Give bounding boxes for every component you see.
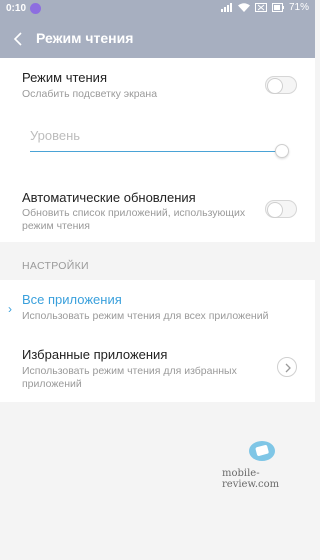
auto-updates-subtitle-line1: Обновить список приложений, использующих (22, 207, 246, 219)
watermark-text: mobile-review.com (222, 468, 280, 490)
app-header: 0:10 71% Режим чтения (0, 0, 315, 58)
reading-mode-title: Режим чтения (22, 70, 107, 85)
reading-mode-subtitle: Ослабить подсветку экрана (22, 88, 158, 100)
reading-mode-toggle[interactable] (265, 76, 297, 94)
level-label: Уровень (30, 128, 81, 143)
settings-section-header: НАСТРОЙКИ (22, 260, 89, 272)
status-time: 0:10 (6, 3, 27, 14)
watermark-logo-icon (248, 440, 276, 462)
selected-apps-subtitle-line2: приложений (22, 378, 82, 390)
auto-updates-title: Автоматические обновления (22, 190, 196, 205)
level-slider-track[interactable] (30, 151, 282, 152)
title-bar: Режим чтения (0, 22, 315, 56)
battery-percent: 71% (288, 2, 309, 13)
selected-apps-subtitle-line1: Использовать режим чтения для избранных (22, 365, 237, 377)
wifi-icon (237, 3, 250, 12)
all-apps-title: Все приложения (22, 292, 122, 307)
battery-icon (271, 3, 284, 12)
selected-apps-title: Избранные приложения (22, 347, 168, 362)
level-slider-thumb[interactable] (275, 144, 289, 158)
auto-updates-subtitle-line2: режим чтения (22, 220, 90, 232)
back-arrow-icon[interactable] (8, 28, 30, 50)
chevron-right-icon[interactable] (277, 357, 297, 377)
page-title: Режим чтения (36, 30, 134, 46)
auto-updates-toggle[interactable] (265, 200, 297, 218)
signal-icon (220, 3, 233, 12)
status-bar: 0:10 71% (0, 0, 315, 18)
sim-icon (254, 3, 267, 12)
notification-app-icon (30, 3, 41, 14)
all-apps-subtitle: Использовать режим чтения для всех прило… (22, 310, 269, 322)
selected-caret-icon: › (8, 302, 12, 316)
